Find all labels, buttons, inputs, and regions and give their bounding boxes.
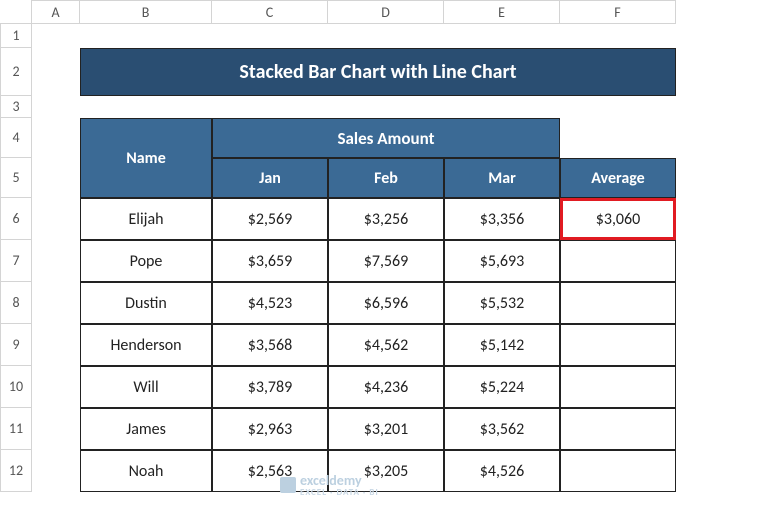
- cell-C3[interactable]: [212, 96, 328, 118]
- cell-mar-0[interactable]: $3,356: [444, 198, 560, 240]
- header-average[interactable]: Average: [560, 158, 676, 198]
- cell-mar-2[interactable]: $5,532: [444, 282, 560, 324]
- cell-A11[interactable]: [32, 408, 80, 450]
- cell-name-1[interactable]: Pope: [80, 240, 212, 282]
- cell-jan-3[interactable]: $3,568: [212, 324, 328, 366]
- cell-jan-0[interactable]: $2,569: [212, 198, 328, 240]
- cell-mar-4[interactable]: $5,224: [444, 366, 560, 408]
- row-header-6[interactable]: 6: [0, 198, 32, 240]
- header-jan[interactable]: Jan: [212, 158, 328, 198]
- cell-mar-1[interactable]: $5,693: [444, 240, 560, 282]
- cell-feb-3[interactable]: $4,562: [328, 324, 444, 366]
- cell-avg-0-highlight[interactable]: $3,060: [560, 198, 676, 240]
- cell-avg-6[interactable]: [560, 450, 676, 492]
- row-header-10[interactable]: 10: [0, 366, 32, 408]
- cell-jan-6[interactable]: $2,563: [212, 450, 328, 492]
- grid-corner[interactable]: [0, 0, 32, 24]
- cell-jan-5[interactable]: $2,963: [212, 408, 328, 450]
- cell-jan-4[interactable]: $3,789: [212, 366, 328, 408]
- cell-feb-6[interactable]: $3,205: [328, 450, 444, 492]
- cell-A10[interactable]: [32, 366, 80, 408]
- cell-feb-0[interactable]: $3,256: [328, 198, 444, 240]
- row-header-2[interactable]: 2: [0, 48, 32, 96]
- cell-avg-2[interactable]: [560, 282, 676, 324]
- cell-A8[interactable]: [32, 282, 80, 324]
- cell-A7[interactable]: [32, 240, 80, 282]
- cell-A3[interactable]: [32, 96, 80, 118]
- cell-D1[interactable]: [328, 24, 444, 48]
- cell-avg-4[interactable]: [560, 366, 676, 408]
- title-banner[interactable]: Stacked Bar Chart with Line Chart: [80, 48, 676, 96]
- cell-name-4[interactable]: Will: [80, 366, 212, 408]
- row-header-3[interactable]: 3: [0, 96, 32, 118]
- cell-A6[interactable]: [32, 198, 80, 240]
- header-feb[interactable]: Feb: [328, 158, 444, 198]
- cell-A5[interactable]: [32, 158, 80, 198]
- cell-B1[interactable]: [80, 24, 212, 48]
- row-header-5[interactable]: 5: [0, 158, 32, 198]
- cell-avg-3[interactable]: [560, 324, 676, 366]
- row-header-4[interactable]: 4: [0, 118, 32, 158]
- cell-feb-2[interactable]: $6,596: [328, 282, 444, 324]
- cell-A4[interactable]: [32, 118, 80, 158]
- header-sales-amount[interactable]: Sales Amount: [212, 118, 560, 158]
- col-header-D[interactable]: D: [328, 0, 444, 24]
- col-header-B[interactable]: B: [80, 0, 212, 24]
- cell-F4[interactable]: [560, 118, 676, 158]
- cell-mar-6[interactable]: $4,526: [444, 450, 560, 492]
- cell-name-5[interactable]: James: [80, 408, 212, 450]
- cell-mar-3[interactable]: $5,142: [444, 324, 560, 366]
- cell-jan-1[interactable]: $3,659: [212, 240, 328, 282]
- col-header-E[interactable]: E: [444, 0, 560, 24]
- row-header-7[interactable]: 7: [0, 240, 32, 282]
- cell-A9[interactable]: [32, 324, 80, 366]
- cell-A1[interactable]: [32, 24, 80, 48]
- cell-D3[interactable]: [328, 96, 444, 118]
- cell-mar-5[interactable]: $3,562: [444, 408, 560, 450]
- cell-F1[interactable]: [560, 24, 676, 48]
- cell-C1[interactable]: [212, 24, 328, 48]
- row-header-1[interactable]: 1: [0, 24, 32, 48]
- cell-avg-5[interactable]: [560, 408, 676, 450]
- cell-feb-5[interactable]: $3,201: [328, 408, 444, 450]
- cell-feb-4[interactable]: $4,236: [328, 366, 444, 408]
- col-header-A[interactable]: A: [32, 0, 80, 24]
- header-name[interactable]: Name: [80, 118, 212, 198]
- cell-name-0[interactable]: Elijah: [80, 198, 212, 240]
- cell-name-2[interactable]: Dustin: [80, 282, 212, 324]
- cell-name-3[interactable]: Henderson: [80, 324, 212, 366]
- cell-E1[interactable]: [444, 24, 560, 48]
- cell-F3[interactable]: [560, 96, 676, 118]
- cell-feb-1[interactable]: $7,569: [328, 240, 444, 282]
- row-header-8[interactable]: 8: [0, 282, 32, 324]
- cell-A12[interactable]: [32, 450, 80, 492]
- row-header-12[interactable]: 12: [0, 450, 32, 492]
- spreadsheet-grid: A B C D E F 1 2 Stacked Bar Chart with L…: [0, 0, 676, 492]
- cell-B3[interactable]: [80, 96, 212, 118]
- row-header-9[interactable]: 9: [0, 324, 32, 366]
- cell-A2[interactable]: [32, 48, 80, 96]
- cell-name-6[interactable]: Noah: [80, 450, 212, 492]
- col-header-C[interactable]: C: [212, 0, 328, 24]
- col-header-F[interactable]: F: [560, 0, 676, 24]
- cell-jan-2[interactable]: $4,523: [212, 282, 328, 324]
- header-mar[interactable]: Mar: [444, 158, 560, 198]
- cell-avg-1[interactable]: [560, 240, 676, 282]
- cell-E3[interactable]: [444, 96, 560, 118]
- row-header-11[interactable]: 11: [0, 408, 32, 450]
